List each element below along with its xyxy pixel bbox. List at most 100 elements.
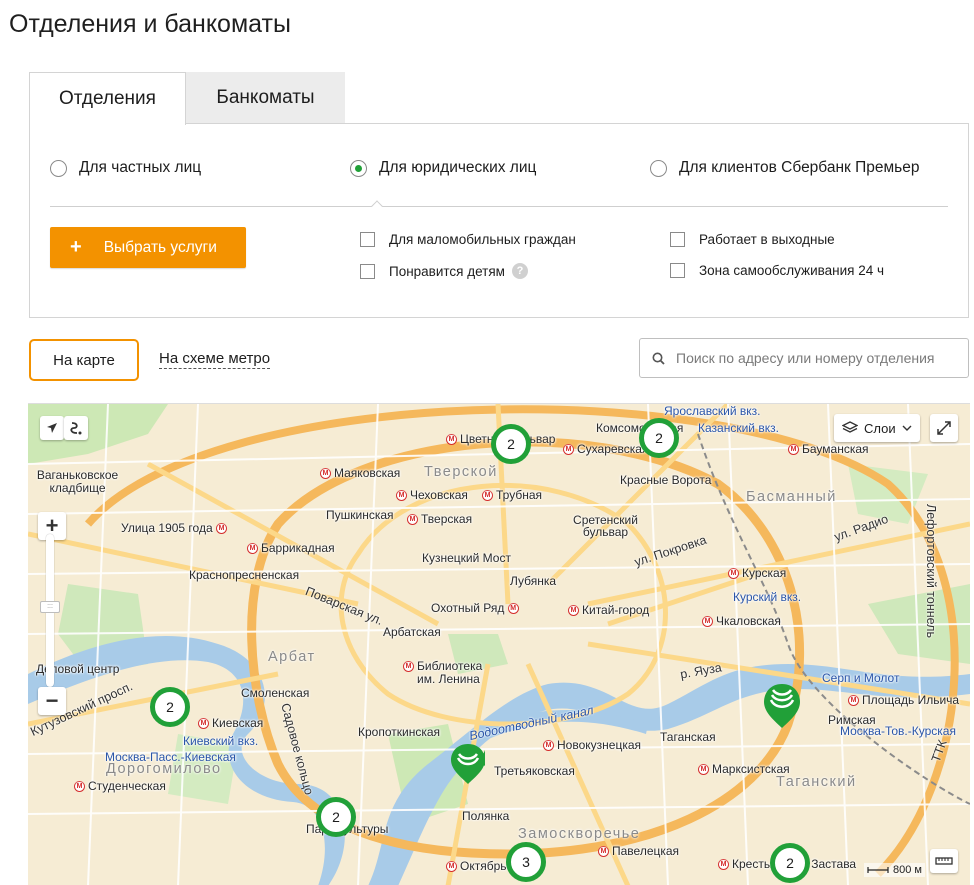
metro-icon: M: [407, 514, 418, 526]
metro-icon: M: [702, 616, 713, 628]
metro-station-name: Третьяковская: [494, 764, 575, 778]
radio-premier[interactable]: Для клиентов Сбербанк Премьер: [650, 159, 919, 177]
filter-panel: Для частных лиц Для юридических лиц Для …: [29, 123, 969, 318]
metro-station-name: Баррикадная: [261, 541, 335, 555]
expand-icon: [937, 421, 951, 435]
radio-individuals[interactable]: Для частных лиц: [50, 159, 201, 177]
metro-station-label: M Чеховская: [396, 488, 468, 502]
metro-icon: M: [563, 444, 574, 456]
scale-label: 800 м: [893, 864, 922, 876]
view-on-map-button[interactable]: На карте: [29, 339, 139, 381]
metro-station-label: M Павелецкая: [598, 844, 679, 858]
checkbox-box: [670, 232, 685, 247]
zoom-out-button[interactable]: −: [38, 687, 66, 715]
metro-station-name: Краснопресненская: [189, 568, 300, 582]
metro-station-label: M Марксистская: [698, 762, 790, 776]
checkbox-box: [360, 232, 375, 247]
geolocation-icon[interactable]: [40, 416, 64, 440]
metro-station-name: Арбатская: [383, 625, 441, 639]
ruler-icon: [935, 857, 953, 865]
checkbox-label: Для маломобильных граждан: [389, 232, 576, 247]
metro-station-name: Павелецкая: [612, 844, 680, 858]
view-on-metro-link[interactable]: На схеме метро: [159, 350, 271, 369]
metro-station-label: M Китай-город: [568, 603, 649, 617]
metro-station-label: M Бауманская: [788, 442, 869, 456]
metro-icon: M: [215, 523, 227, 535]
plus-icon: +: [70, 236, 82, 258]
metro-station-label: Кузнецкий Мост: [422, 551, 511, 565]
filter-weekends[interactable]: Работает в выходные: [670, 232, 835, 247]
layers-label: Слои: [864, 420, 896, 436]
metro-station-label: M Курская: [728, 566, 786, 580]
radio-legal-entities[interactable]: Для юридических лиц: [350, 159, 536, 177]
metro-icon: M: [403, 661, 414, 673]
checkbox-label: Работает в выходные: [699, 232, 835, 247]
metro-icon: M: [718, 859, 729, 871]
scale-bar-icon: [867, 867, 889, 873]
tab-atms[interactable]: Банкоматы: [186, 72, 345, 124]
tab-branches[interactable]: Отделения: [29, 72, 186, 125]
metro-station-label: M Маяковская: [320, 466, 400, 480]
metro-station-label: M Тверская: [407, 512, 472, 526]
branch-cluster[interactable]: 2: [150, 687, 190, 727]
metro-station-name: Лубянка: [510, 574, 557, 588]
metro-station-label: Улица 1905 года M: [121, 521, 230, 535]
district-label: Арбат: [268, 649, 316, 665]
metro-station-label: M Трубная: [482, 488, 542, 502]
filter-self-service-24h[interactable]: Зона самообслуживания 24 ч: [670, 263, 884, 278]
metro-icon: M: [543, 740, 554, 752]
district-label: Басманный: [746, 489, 837, 505]
metro-station-name: Улица 1905 года: [121, 521, 213, 535]
metro-station-name: Чкаловская: [716, 614, 781, 628]
layers-button[interactable]: Слои: [834, 414, 920, 442]
checkbox-label: Зона самообслуживания 24 ч: [699, 263, 884, 278]
sber-branch-pin-icon[interactable]: [448, 742, 488, 786]
route-icon[interactable]: [64, 416, 88, 440]
metro-icon: M: [598, 846, 609, 858]
district-label: Замоскворечье: [518, 826, 641, 842]
zoom-slider-handle[interactable]: :::: [40, 601, 60, 613]
divider: [50, 206, 948, 207]
select-services-button[interactable]: + Выбрать услуги: [50, 227, 246, 268]
filter-low-mobility[interactable]: Для маломобильных граждан: [360, 232, 576, 247]
metro-icon: M: [247, 543, 258, 555]
metro-station-name: Курская: [742, 566, 787, 580]
metro-icon: M: [446, 434, 457, 446]
metro-station-label: Смоленская: [241, 686, 309, 700]
metro-station-name: Таганская: [660, 730, 716, 744]
help-icon[interactable]: ?: [511, 263, 528, 279]
metro-station-label: Третьяковская: [494, 764, 575, 778]
metro-icon: M: [568, 605, 579, 617]
street-label: Лефортовский тоннель: [923, 504, 938, 638]
filter-kids[interactable]: Понравится детям ?: [360, 263, 528, 279]
layers-icon: [842, 421, 858, 433]
rail-station-label: Курский вкз.: [733, 590, 802, 604]
branch-cluster[interactable]: 2: [639, 418, 679, 458]
metro-station-label: Кропоткинская: [358, 725, 440, 739]
map[interactable]: Тверской Басманный Арбат Дорогомилово За…: [28, 403, 970, 885]
sber-branch-pin-icon[interactable]: [760, 682, 804, 730]
branch-cluster[interactable]: 3: [506, 842, 546, 882]
metro-station-name: Серп и Молот: [822, 671, 900, 685]
metro-station-name: Сухаревская: [577, 442, 649, 456]
arrow-icon: [47, 423, 57, 433]
metro-station-name: Трубная: [496, 488, 543, 502]
checkbox-label: Понравится детям: [389, 263, 505, 279]
search-input[interactable]: [674, 349, 954, 367]
rail-station-label: Казанский вкз.: [698, 421, 779, 435]
ruler-button[interactable]: [930, 849, 958, 873]
metro-station-label: M Киевская: [198, 716, 263, 730]
metro-icon: M: [788, 444, 799, 456]
metro-station-name: Марксистская: [712, 762, 790, 776]
fullscreen-button[interactable]: [930, 414, 958, 442]
branch-cluster[interactable]: 2: [491, 424, 531, 464]
metro-icon: M: [446, 861, 457, 873]
metro-icon: M: [698, 764, 709, 776]
district-label: Тверской: [424, 464, 498, 480]
rail-station-label: Ярославский вкз.: [664, 404, 761, 418]
metro-station-label: Охотный Ряд M: [431, 601, 522, 615]
branch-cluster[interactable]: 2: [770, 843, 810, 883]
metro-station-label: M Баррикадная: [247, 541, 335, 555]
branch-cluster[interactable]: 2: [316, 797, 356, 837]
metro-station-label: Пушкинская: [326, 508, 394, 522]
